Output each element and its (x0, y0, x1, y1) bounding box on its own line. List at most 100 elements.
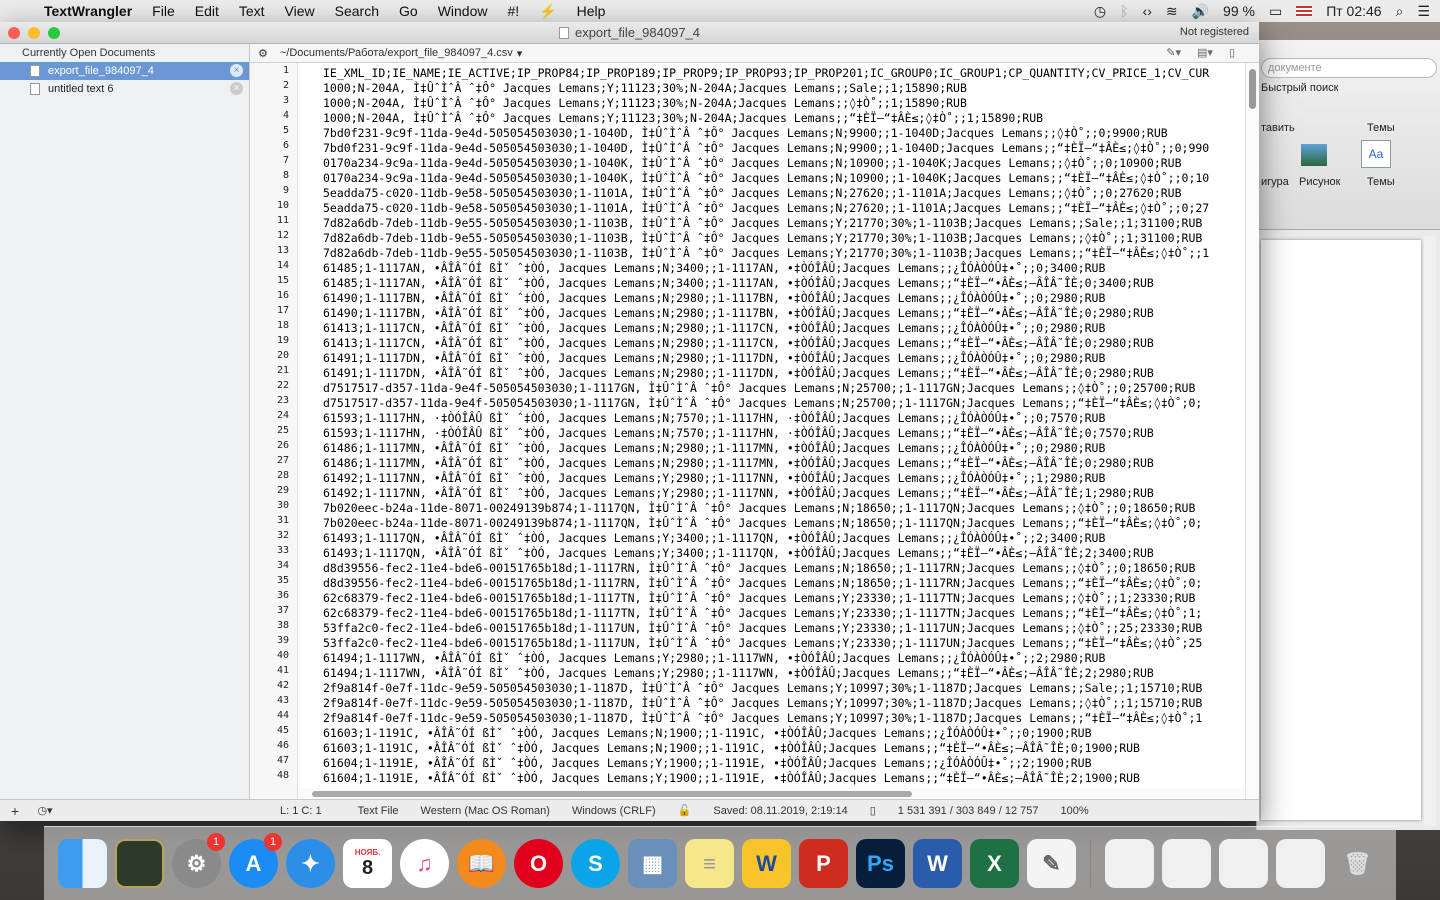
text-line[interactable]: 2f9a814f-0e7f-11dc-9e59-505054503030;1-1… (323, 681, 1245, 696)
clock-icon[interactable]: ◷▾ (30, 804, 60, 817)
syntax-mode-popup[interactable]: Text File (358, 805, 399, 817)
text-line[interactable]: 61490;1-1117BN, •ÂÎÂ˜ÓÍ ßÌˇ ˆ‡ÒÓ, Jacque… (323, 306, 1245, 321)
add-icon[interactable]: + (0, 803, 30, 819)
text-line[interactable]: 61491;1-1117DN, •ÂÎÂ˜ÓÍ ßÌˇ ˆ‡ÒÓ, Jacque… (323, 351, 1245, 366)
minimized-window-thumbnail[interactable] (1219, 839, 1268, 888)
text-line[interactable]: 7bd0f231-9c9f-11da-9e4d-505054503030;1-1… (323, 126, 1245, 141)
menu-scripts[interactable]: #! (507, 3, 519, 19)
text-line[interactable]: 7d82a6db-7deb-11db-9e55-505054503030;1-1… (323, 246, 1245, 261)
text-line[interactable]: 61490;1-1117BN, •ÂÎÂ˜ÓÍ ßÌˇ ˆ‡ÒÓ, Jacque… (323, 291, 1245, 306)
word-themes-label[interactable]: Темы (1367, 176, 1395, 188)
text-line[interactable]: 61493;1-1117QN, •ÂÎÂ˜ÓÍ ßÌˇ ˆ‡ÒÓ, Jacque… (323, 531, 1245, 546)
minimized-safari-thumbnail[interactable] (1276, 839, 1325, 888)
vertical-scrollbar[interactable] (1245, 63, 1259, 799)
text-line[interactable]: 61494;1-1117WN, •ÂÎÂ˜ÓÍ ßÌˇ ˆ‡ÒÓ, Jacque… (323, 651, 1245, 666)
flag-icon[interactable] (1296, 5, 1313, 17)
system-preferences-icon[interactable]: ⚙ 1 (172, 833, 225, 888)
text-line[interactable]: 2f9a814f-0e7f-11dc-9e59-505054503030;1-1… (323, 711, 1245, 726)
textedit-icon[interactable]: ✎ (1027, 839, 1076, 888)
close-window-button[interactable] (8, 27, 20, 39)
text-line[interactable]: 61493;1-1117QN, •ÂÎÂ˜ÓÍ ßÌˇ ˆ‡ÒÓ, Jacque… (323, 546, 1245, 561)
zoom-window-button[interactable] (48, 27, 60, 39)
text-line[interactable]: d7517517-d357-11da-9e4f-505054503030;1-1… (323, 396, 1245, 411)
ibooks-icon[interactable]: 📖 (457, 839, 506, 888)
themes-icon[interactable]: Aa (1361, 140, 1391, 168)
opera-icon[interactable]: O (514, 839, 563, 888)
gear-icon[interactable]: ⚙ (258, 47, 268, 60)
text-line[interactable]: 0170a234-9c9a-11da-9e4d-505054503030;1-1… (323, 156, 1245, 171)
text-line[interactable]: d8d39556-fec2-11e4-bde6-00151765b18d;1-1… (323, 576, 1245, 591)
photoshop-icon[interactable]: Ps (856, 839, 905, 888)
preview-icon[interactable]: ▦ (628, 839, 677, 888)
text-line[interactable]: 61604;1-1191E, •ÂÎÂ˜ÓÍ ßÌˇ ˆ‡ÒÓ, Jacques… (323, 756, 1245, 771)
horizontal-scrollbar[interactable] (298, 788, 1245, 799)
calendar-icon[interactable]: НОЯБ. 8 (343, 839, 392, 888)
text-line[interactable]: 5eadda75-c020-11db-9e58-505054503030;1-1… (323, 186, 1245, 201)
word-quick-search[interactable]: Быстрый поиск (1261, 82, 1338, 94)
word-picture-label[interactable]: Рисунок (1299, 176, 1341, 188)
text-line[interactable]: d8d39556-fec2-11e4-bde6-00151765b18d;1-1… (323, 561, 1245, 576)
text-line[interactable]: 53ffa2c0-fec2-11e4-bde6-00151765b18d;1-1… (323, 636, 1245, 651)
text-line[interactable]: 61603;1-1191C, •ÂÎÂ˜ÓÍ ßÌˇ ˆ‡ÒÓ, Jacques… (323, 726, 1245, 741)
safari-icon[interactable]: ✦ (286, 839, 335, 888)
notes-icon[interactable]: ≡ (685, 839, 734, 888)
doc-list-icon[interactable]: ▤▾ (1197, 46, 1213, 59)
time-machine-icon[interactable]: ◷ (1094, 3, 1106, 20)
text-line[interactable]: 5eadda75-c020-11db-9e58-505054503030;1-1… (323, 201, 1245, 216)
notification-center-icon[interactable]: ☰ (1417, 3, 1430, 20)
menu-edit[interactable]: Edit (195, 3, 219, 19)
text-line[interactable]: 61603;1-1191C, •ÂÎÂ˜ÓÍ ßÌˇ ˆ‡ÒÓ, Jacques… (323, 741, 1245, 756)
minimized-word-thumbnail[interactable] (1162, 839, 1211, 888)
word-scrollbar[interactable] (1424, 236, 1436, 826)
text-line[interactable]: 61413;1-1117CN, •ÂÎÂ˜ÓÍ ßÌˇ ˆ‡ÒÓ, Jacque… (323, 336, 1245, 351)
text-line[interactable]: 61604;1-1191E, •ÂÎÂ˜ÓÍ ßÌˇ ˆ‡ÒÓ, Jacques… (323, 771, 1245, 786)
text-line[interactable]: 1000;N-204A, Ì‡ÛˆÌˆÂ ˆ‡Ô° Jacques Lemans… (323, 111, 1245, 126)
vertical-scroll-thumb[interactable] (1249, 69, 1256, 109)
pen-icon[interactable]: ✎▾ (1166, 46, 1181, 59)
clock[interactable]: Пт 02:46 (1326, 3, 1381, 19)
text-line[interactable]: 0170a234-9c9a-11da-9e4d-505054503030;1-1… (323, 171, 1245, 186)
battery-icon[interactable]: ▭ (1269, 3, 1282, 20)
app-store-icon[interactable]: A1 (229, 833, 282, 888)
minimize-window-button[interactable] (28, 27, 40, 39)
text-line[interactable]: 7b020eec-b24a-11de-8071-00249139b874;1-1… (323, 501, 1245, 516)
text-line[interactable]: 61491;1-1117DN, •ÂÎÂ˜ÓÍ ßÌˇ ˆ‡ÒÓ, Jacque… (323, 366, 1245, 381)
text-line[interactable]: 61485;1-1117AN, •ÂÎÂ˜ÓÍ ßÌˇ ˆ‡ÒÓ, Jacque… (323, 276, 1245, 291)
word-shape-label[interactable]: игура (1261, 176, 1289, 188)
text-line[interactable]: 61492;1-1117NN, •ÂÎÂ˜ÓÍ ßÌˇ ˆ‡ÒÓ, Jacque… (323, 486, 1245, 501)
menu-text[interactable]: Text (239, 3, 265, 19)
menu-help[interactable]: Help (577, 3, 606, 19)
code-icon[interactable]: ‹› (1143, 3, 1152, 19)
finder-icon[interactable] (58, 839, 107, 888)
file-path-popup[interactable]: ~/Documents/Работа/export_file_984097_4.… (280, 47, 513, 59)
excel-icon[interactable]: X (970, 839, 1019, 888)
menu-file[interactable]: File (152, 3, 175, 19)
text-line[interactable]: 53ffa2c0-fec2-11e4-bde6-00151765b18d;1-1… (323, 621, 1245, 636)
powerpoint-icon[interactable]: P (799, 839, 848, 888)
text-line[interactable]: d7517517-d357-11da-9e4f-505054503030;1-1… (323, 381, 1245, 396)
battery-percent[interactable]: 99 % (1223, 3, 1255, 19)
close-doc-icon[interactable]: × (230, 82, 243, 95)
cursor-position[interactable]: L: 1 C: 1 (280, 805, 322, 817)
activity-monitor-icon[interactable] (115, 839, 164, 888)
textwrangler-icon[interactable]: W (742, 839, 791, 888)
text-line[interactable]: 7d82a6db-7deb-11db-9e55-505054503030;1-1… (323, 216, 1245, 231)
text-line[interactable]: 61492;1-1117NN, •ÂÎÂ˜ÓÍ ßÌˇ ˆ‡ÒÓ, Jacque… (323, 471, 1245, 486)
word-search-field[interactable]: документе (1261, 58, 1437, 78)
spotlight-icon[interactable]: ⌕ (1396, 3, 1404, 20)
text-line[interactable]: 7b020eec-b24a-11de-8071-00249139b874;1-1… (323, 516, 1245, 531)
new-doc-icon[interactable]: ▯ (1229, 46, 1235, 59)
volume-icon[interactable]: 🔊 (1192, 3, 1209, 20)
text-line[interactable]: 61485;1-1117AN, •ÂÎÂ˜ÓÍ ßÌˇ ˆ‡ÒÓ, Jacque… (323, 261, 1245, 276)
text-line[interactable]: 61486;1-1117MN, •ÂÎÂ˜ÓÍ ßÌˇ ˆ‡ÒÓ, Jacque… (323, 456, 1245, 471)
itunes-icon[interactable]: ♫ (400, 839, 449, 888)
lock-icon[interactable]: 🔓 (678, 804, 692, 817)
sidebar-doc-export[interactable]: export_file_984097_4 × (0, 62, 249, 80)
menu-window[interactable]: Window (438, 3, 488, 19)
text-line[interactable]: 61413;1-1117CN, •ÂÎÂ˜ÓÍ ßÌˇ ˆ‡ÒÓ, Jacque… (323, 321, 1245, 336)
text-editor[interactable]: IE_XML_ID;IE_NAME;IE_ACTIVE;IP_PROP84;IP… (298, 63, 1245, 799)
text-line[interactable]: 62c68379-fec2-11e4-bde6-00151765b18d;1-1… (323, 591, 1245, 606)
minimized-window-thumbnail[interactable] (1105, 839, 1154, 888)
text-line[interactable]: 61486;1-1117MN, •ÂÎÂ˜ÓÍ ßÌˇ ˆ‡ÒÓ, Jacque… (323, 441, 1245, 456)
text-line[interactable]: 2f9a814f-0e7f-11dc-9e59-505054503030;1-1… (323, 696, 1245, 711)
